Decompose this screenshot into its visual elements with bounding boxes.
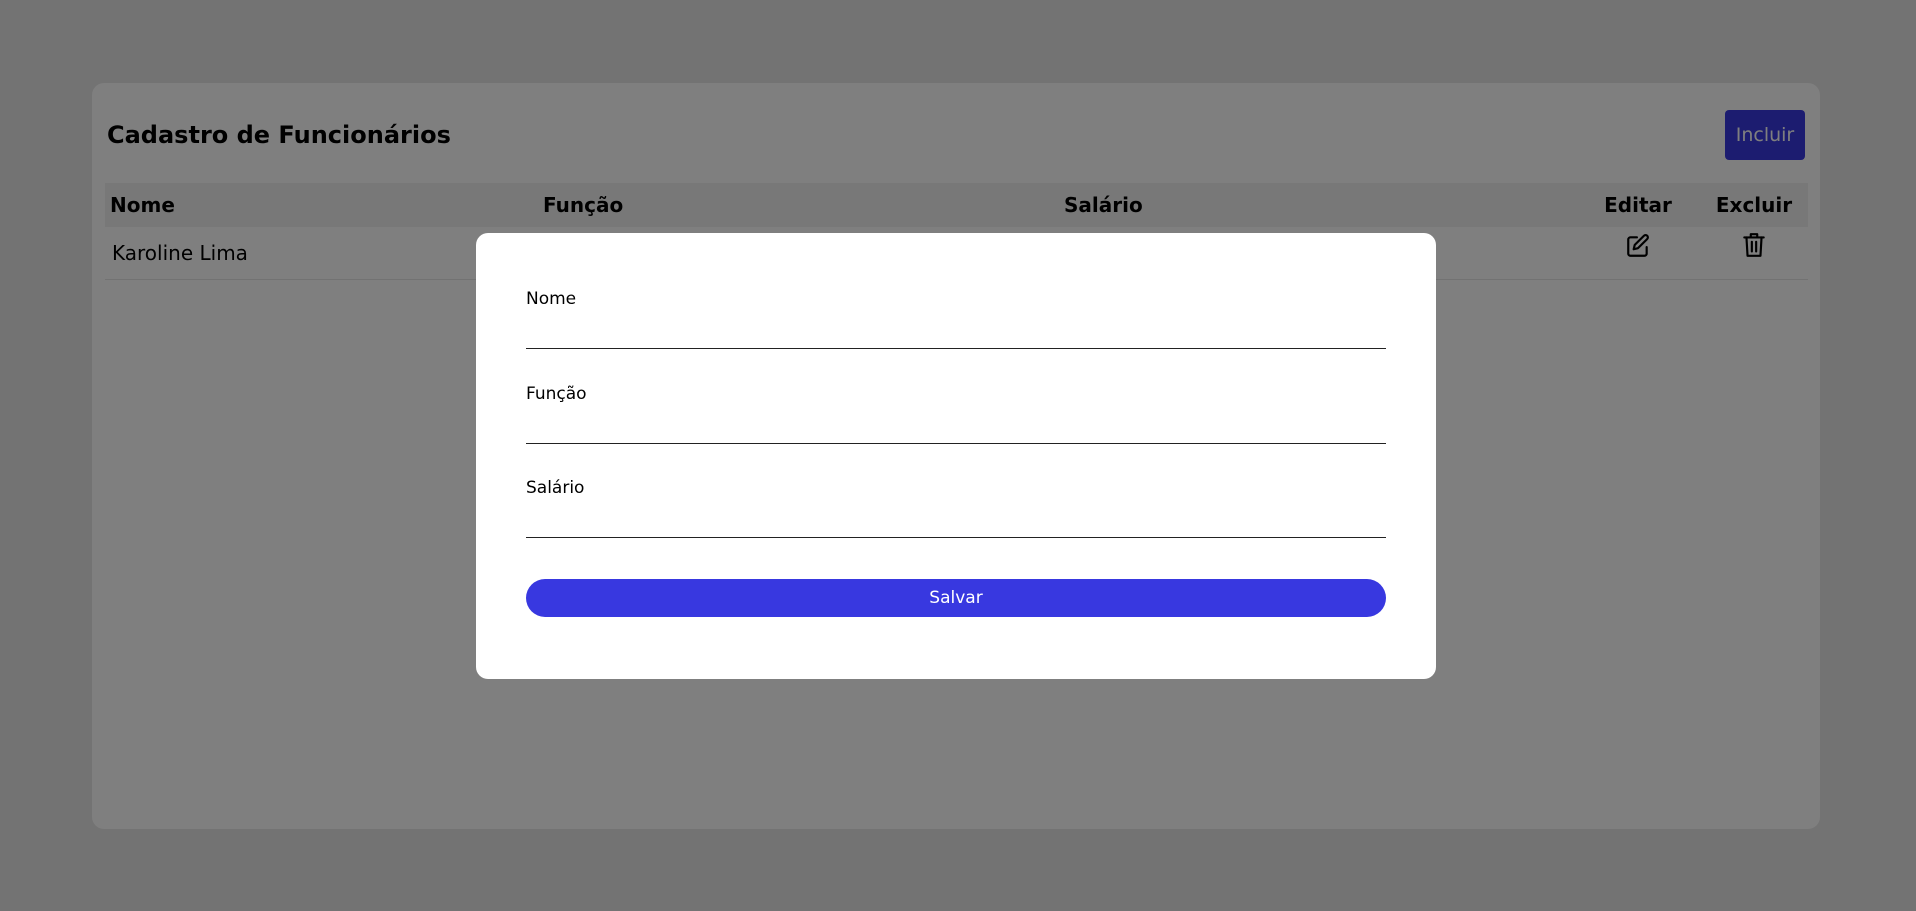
employee-form-modal: Nome Função Salário Salvar <box>476 233 1436 679</box>
nome-field-group: Nome <box>526 287 1386 349</box>
salario-field-group: Salário <box>526 476 1386 538</box>
nome-input[interactable] <box>526 311 1386 349</box>
nome-label: Nome <box>526 289 577 309</box>
funcao-label: Função <box>526 384 587 404</box>
salario-input[interactable] <box>526 500 1386 538</box>
funcao-input[interactable] <box>526 406 1386 444</box>
funcao-field-group: Função <box>526 382 1386 444</box>
save-button[interactable]: Salvar <box>526 579 1386 617</box>
salario-label: Salário <box>526 478 585 498</box>
